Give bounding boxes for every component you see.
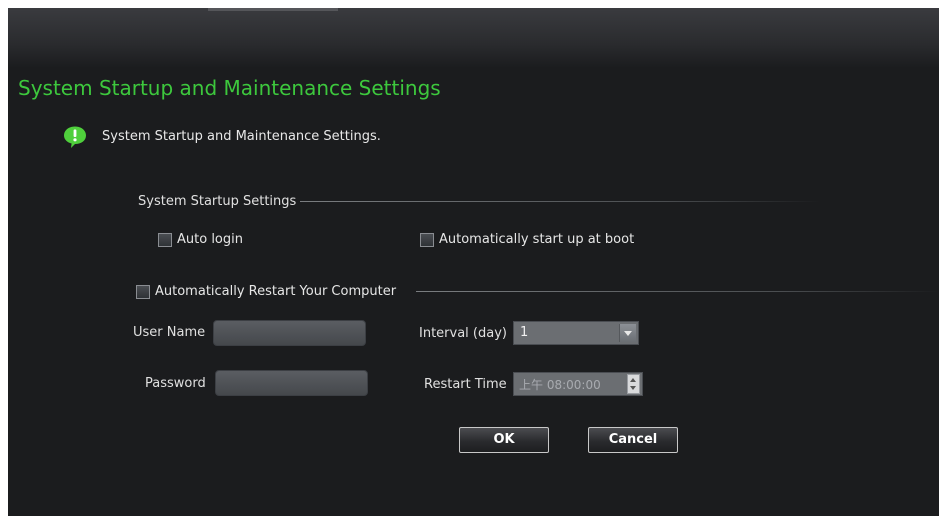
auto-login-checkbox-box[interactable] xyxy=(158,232,172,247)
spinner-down-icon[interactable] xyxy=(630,386,636,390)
cancel-button[interactable]: Cancel xyxy=(588,427,678,453)
top-bar xyxy=(8,8,939,68)
restart-section-divider xyxy=(416,291,939,292)
auto-restart-label: Automatically Restart Your Computer xyxy=(155,284,397,299)
auto-restart-checkbox[interactable]: Automatically Restart Your Computer xyxy=(136,284,396,299)
interval-label: Interval (day) xyxy=(419,326,507,341)
settings-window: System Startup and Maintenance Settings … xyxy=(8,8,939,516)
spinner-up-icon[interactable] xyxy=(630,378,636,382)
tab-indicator xyxy=(208,8,338,11)
auto-start-boot-checkbox-box[interactable] xyxy=(420,232,434,247)
ok-button[interactable]: OK xyxy=(459,427,549,453)
auto-login-checkbox[interactable]: Auto login xyxy=(158,232,243,247)
auto-start-boot-checkbox[interactable]: Automatically start up at boot xyxy=(420,232,634,247)
user-name-input[interactable] xyxy=(213,320,366,346)
restart-time-value: 上午 08:00:00 xyxy=(519,378,601,392)
startup-section-divider xyxy=(300,201,820,202)
time-spinner[interactable] xyxy=(627,374,640,394)
auto-start-boot-label: Automatically start up at boot xyxy=(439,232,635,247)
restart-time-label: Restart Time xyxy=(424,377,507,392)
interval-select[interactable]: 1 xyxy=(513,321,639,345)
info-description: System Startup and Maintenance Settings. xyxy=(102,129,381,144)
chevron-down-icon[interactable] xyxy=(619,324,636,342)
interval-value: 1 xyxy=(520,325,529,340)
startup-section-label: System Startup Settings xyxy=(138,194,297,209)
user-name-label: User Name xyxy=(133,325,206,340)
info-speech-icon xyxy=(64,126,86,148)
password-input[interactable] xyxy=(215,370,368,396)
password-label: Password xyxy=(145,376,206,391)
auto-restart-checkbox-box[interactable] xyxy=(136,284,150,299)
page-title: System Startup and Maintenance Settings xyxy=(18,76,441,100)
auto-login-label: Auto login xyxy=(177,232,243,247)
restart-time-input[interactable]: 上午 08:00:00 xyxy=(513,372,643,396)
